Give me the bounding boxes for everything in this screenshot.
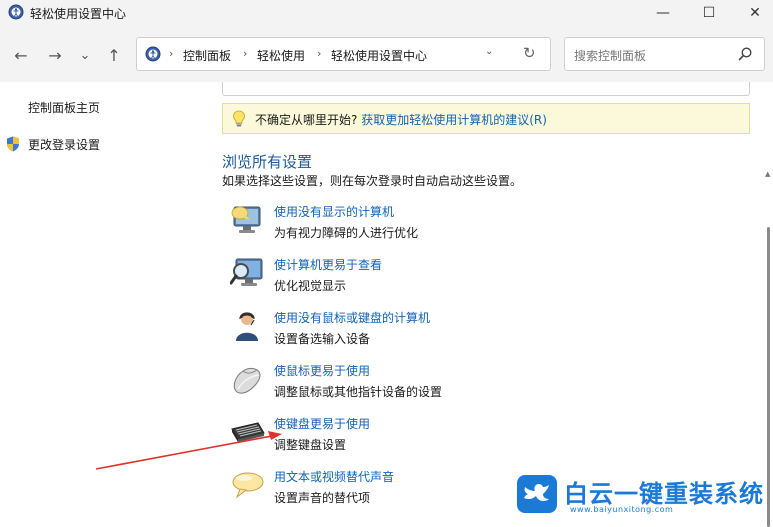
tip-text: 不确定从哪里开始? 获取更加轻松使用计算机的建议(R) [255, 111, 547, 128]
up-button[interactable]: ↑ [103, 44, 125, 66]
sidebar-item-change-sign-in-settings[interactable]: 更改登录设置 [28, 136, 100, 153]
monitor-speaker-icon [231, 206, 261, 233]
setting-item-no-mouse-keyboard: 使用没有鼠标或键盘的计算机 设置备选输入设备 [230, 309, 630, 357]
breadcrumb-ease-of-access-center[interactable]: 轻松使用设置中心 [331, 47, 427, 64]
window-title: 轻松使用设置中心 [30, 7, 127, 21]
breadcrumb-separator: › [243, 47, 248, 60]
lightbulb-icon [233, 110, 245, 127]
setting-desc-no-display: 为有视力障碍的人进行优化 [274, 226, 419, 240]
minimize-button[interactable]: — [640, 0, 686, 26]
sidebar-item-control-panel-home[interactable]: 控制面板主页 [28, 99, 100, 116]
setting-link-no-display[interactable]: 使用没有显示的计算机 [274, 203, 394, 220]
refresh-icon[interactable]: ↻ [523, 44, 536, 62]
address-bar[interactable]: › 控制面板 › 轻松使用 › 轻松使用设置中心 ⌄ ↻ [136, 37, 551, 71]
setting-desc-no-mouse-keyboard: 设置备选输入设备 [274, 332, 371, 346]
tip-prefix: 不确定从哪里开始? [255, 113, 358, 127]
tip-suggestions-link[interactable]: 获取更加轻松使用计算机的建议(R) [361, 113, 547, 127]
chevron-down-icon[interactable]: ⌄ [485, 46, 493, 57]
setting-link-easier-to-see[interactable]: 使计算机更易于查看 [274, 256, 382, 273]
search-icon[interactable] [737, 46, 753, 62]
setting-item-easier-to-see: 使计算机更易于查看 优化视觉显示 [230, 256, 630, 304]
scroll-up-arrow-icon[interactable]: ▲ [765, 170, 770, 178]
keyboard-icon [231, 422, 265, 442]
setting-desc-sound-alternatives: 设置声音的替代项 [274, 491, 371, 505]
control-panel-icon [8, 4, 24, 20]
close-button[interactable]: ✕ [732, 0, 773, 26]
tip-banner: 不确定从哪里开始? 获取更加轻松使用计算机的建议(R) [222, 103, 750, 134]
search-input[interactable]: 搜索控制面板 [574, 47, 646, 64]
recent-locations-button[interactable]: ⌄ [74, 44, 96, 66]
setting-item-keyboard: 使键盘更易于使用 调整键盘设置 [230, 415, 630, 463]
breadcrumb-control-panel[interactable]: 控制面板 [183, 47, 231, 64]
mouse-icon [233, 367, 261, 394]
back-button[interactable]: ← [10, 44, 32, 66]
breadcrumb-separator: › [317, 47, 322, 60]
setting-link-sound-alternatives[interactable]: 用文本或视频替代声音 [274, 468, 394, 485]
section-description: 如果选择这些设置，则在每次登录时自动启动这些设置。 [222, 174, 523, 188]
bird-logo-icon [517, 475, 557, 513]
setting-desc-easier-to-see: 优化视觉显示 [274, 279, 347, 293]
setting-link-mouse[interactable]: 使鼠标更易于使用 [274, 362, 370, 379]
uac-shield-icon [7, 136, 19, 152]
watermark-url: www.baiyunxitong.com [570, 505, 674, 514]
watermark-title: 白云一键重装系统 [564, 480, 764, 508]
maximize-button[interactable]: ☐ [686, 0, 732, 26]
scrolled-panel-edge [222, 82, 750, 96]
setting-desc-mouse: 调整鼠标或其他指针设备的设置 [274, 385, 443, 399]
setting-desc-keyboard: 调整键盘设置 [274, 438, 347, 452]
setting-link-keyboard[interactable]: 使键盘更易于使用 [274, 415, 370, 432]
control-panel-icon [145, 46, 161, 62]
search-box[interactable]: 搜索控制面板 [564, 37, 765, 71]
speech-bubble-icon [232, 472, 264, 499]
title-bar: 轻松使用设置中心 — ☐ ✕ [0, 0, 773, 26]
setting-link-no-mouse-keyboard[interactable]: 使用没有鼠标或键盘的计算机 [274, 309, 430, 326]
setting-item-no-display: 使用没有显示的计算机 为有视力障碍的人进行优化 [230, 203, 630, 251]
section-title: 浏览所有设置 [222, 153, 313, 171]
breadcrumb-ease-of-access[interactable]: 轻松使用 [257, 47, 305, 64]
breadcrumb-separator: › [169, 47, 174, 60]
vertical-scrollbar[interactable]: ▲ [765, 82, 773, 527]
setting-item-mouse: 使鼠标更易于使用 调整鼠标或其他指针设备的设置 [230, 362, 630, 410]
magnifier-monitor-icon [230, 258, 263, 286]
watermark: 白云一键重装系统 www.baiyunxitong.com [516, 472, 773, 518]
person-headset-icon [236, 312, 258, 341]
forward-button[interactable]: → [44, 44, 66, 66]
